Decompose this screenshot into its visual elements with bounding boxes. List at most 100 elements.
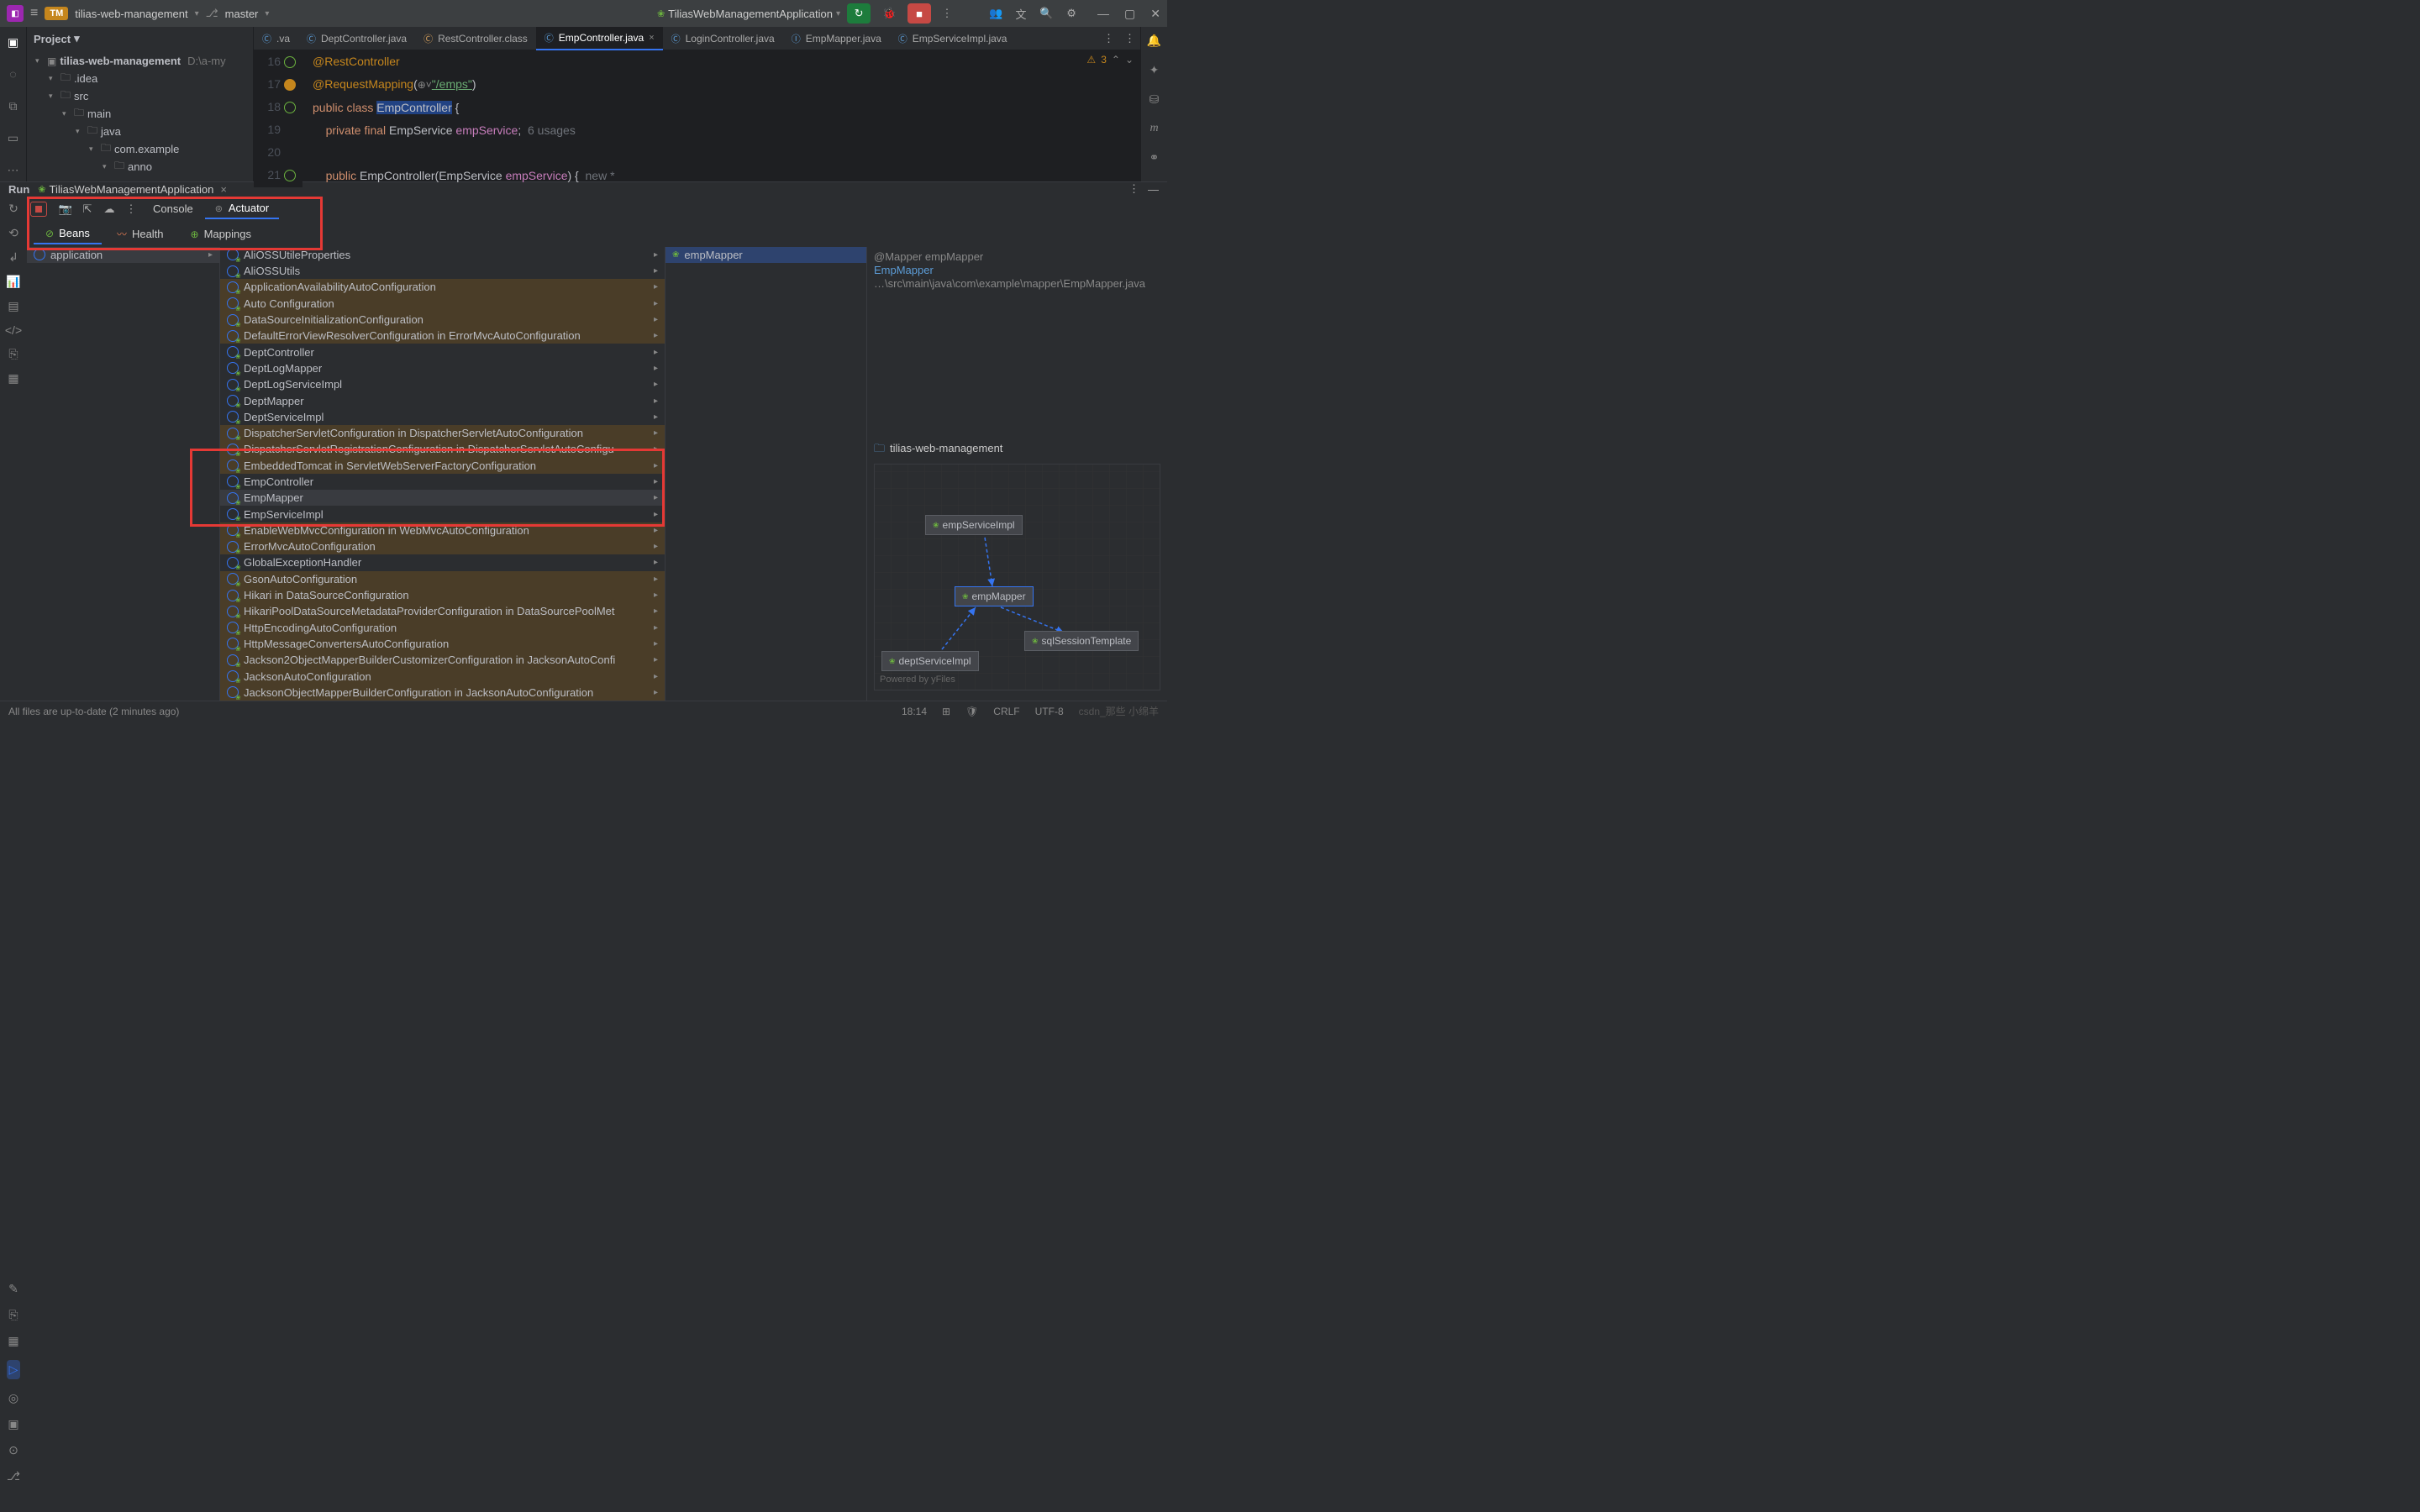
- bean-row[interactable]: ❀JacksonObjectMapperBuilderConfiguration…: [220, 685, 665, 701]
- bean-row[interactable]: ❀GsonAutoConfiguration▸: [220, 571, 665, 587]
- terminal-icon[interactable]: ▣: [8, 1417, 18, 1431]
- git-branch-icon[interactable]: ⎇: [206, 7, 218, 20]
- encoding[interactable]: UTF-8: [1035, 706, 1064, 717]
- code-editor[interactable]: 161718192021 @RestController@RequestMapp…: [254, 50, 1140, 187]
- translate-icon[interactable]: 文: [1012, 6, 1030, 22]
- context-column[interactable]: application ▸: [27, 247, 220, 701]
- shield-icon[interactable]: 🛡: [965, 706, 978, 717]
- editor-tab[interactable]: ⒸDeptController.java: [298, 27, 415, 50]
- tree-node[interactable]: ▾🗀.idea: [27, 70, 253, 87]
- bean-row[interactable]: ❀ApplicationAvailabilityAutoConfiguratio…: [220, 279, 665, 295]
- editor-tab[interactable]: ⒸLoginController.java: [663, 27, 783, 50]
- bean-row[interactable]: ❀DispatcherServletConfiguration in Dispa…: [220, 425, 665, 441]
- graph-node[interactable]: ❀sqlSessionTemplate: [1024, 631, 1139, 651]
- bean-row[interactable]: ❀DeptLogServiceImpl▸: [220, 376, 665, 392]
- reader-mode-icon[interactable]: ⋮: [1098, 32, 1119, 45]
- bean-row[interactable]: ❀DeptMapper▸: [220, 392, 665, 408]
- branch-dropdown[interactable]: master: [225, 8, 259, 20]
- tree-node[interactable]: ▾🗀java: [27, 123, 253, 140]
- bean-row[interactable]: ❀EmpServiceImpl▸: [220, 506, 665, 522]
- bean-row[interactable]: ❀EnableWebMvcConfiguration in WebMvcAuto…: [220, 522, 665, 538]
- copy-icon[interactable]: ⎘: [8, 347, 18, 361]
- bean-row[interactable]: ❀HttpEncodingAutoConfiguration▸: [220, 620, 665, 636]
- dependency-graph[interactable]: 🗀 tilias-web-management ❀empServiceImpl …: [874, 442, 1160, 690]
- filter-icon[interactable]: ▦: [8, 371, 18, 386]
- bean-row[interactable]: ❀AliOSSUtils▸: [220, 263, 665, 279]
- bean-row[interactable]: ❀DeptController▸: [220, 344, 665, 360]
- more-actions-icon[interactable]: ⋮: [938, 7, 956, 20]
- bean-row[interactable]: ❀GlobalExceptionHandler▸: [220, 554, 665, 570]
- close-icon[interactable]: ×: [220, 183, 227, 196]
- code-icon[interactable]: </>: [5, 323, 22, 337]
- graph-node[interactable]: ❀empServiceImpl: [925, 515, 1023, 535]
- bean-row[interactable]: ❀DeptServiceImpl▸: [220, 409, 665, 425]
- maximize-button[interactable]: ▢: [1124, 7, 1135, 21]
- code-with-me-icon[interactable]: 👥: [986, 7, 1005, 20]
- minimize-icon[interactable]: —: [1148, 183, 1159, 196]
- search-icon[interactable]: 🔍: [1037, 7, 1055, 20]
- bean-row[interactable]: ❀HikariPoolDataSourceMetadataProviderCon…: [220, 603, 665, 619]
- inspection-widget[interactable]: ⚠ 3 ⌃ ⌄: [1086, 54, 1134, 66]
- graph-node[interactable]: ❀deptServiceImpl: [881, 651, 979, 671]
- editor-tab[interactable]: ⒸRestController.class: [415, 27, 536, 50]
- bean-row[interactable]: ❀EmpMapper▸: [220, 490, 665, 506]
- run-tab[interactable]: ❀ TiliasWebManagementApplication ×: [38, 183, 227, 196]
- bean-row[interactable]: ❀EmpController▸: [220, 474, 665, 490]
- database-icon[interactable]: ⛁: [1150, 92, 1160, 107]
- minimize-button[interactable]: —: [1097, 7, 1109, 21]
- tree-root[interactable]: ▾▣ tilias-web-management D:\a-my: [27, 52, 253, 70]
- more-tool-icon[interactable]: ⋯: [5, 161, 22, 178]
- editor-tab[interactable]: ⒸEmpController.java×: [536, 27, 663, 50]
- bean-row[interactable]: ❀ErrorMvcAutoConfiguration▸: [220, 538, 665, 554]
- beans-column[interactable]: ❀AliOSSUtileProperties▸❀AliOSSUtils▸❀App…: [220, 247, 666, 701]
- git-icon[interactable]: ⎘: [8, 1308, 18, 1322]
- vcs-icon[interactable]: ⎇: [7, 1469, 20, 1483]
- layers-icon[interactable]: ▤: [8, 299, 18, 313]
- problems-icon[interactable]: ⊙: [8, 1443, 18, 1457]
- context-item[interactable]: application ▸: [27, 247, 219, 263]
- tree-node[interactable]: ▾🗀main: [27, 105, 253, 123]
- settings-icon[interactable]: ⚙: [1062, 7, 1081, 20]
- close-icon[interactable]: ×: [649, 33, 654, 43]
- windows-icon[interactable]: ⊞: [942, 706, 950, 717]
- run-config-dropdown[interactable]: ❀ TiliasWebManagementApplication ▾: [657, 8, 840, 20]
- health-tab[interactable]: 〰 Health: [105, 223, 176, 244]
- line-wrap-icon[interactable]: ↲: [8, 250, 18, 265]
- chevron-up-icon[interactable]: ⌃: [1112, 54, 1120, 66]
- close-button[interactable]: ✕: [1150, 7, 1160, 21]
- console-tab[interactable]: Console: [143, 199, 203, 218]
- ai-icon[interactable]: ✦: [1150, 63, 1160, 77]
- services-icon[interactable]: ▦: [8, 1334, 18, 1348]
- maven-icon[interactable]: m: [1150, 122, 1158, 135]
- project-dropdown[interactable]: tilias-web-management: [75, 8, 187, 20]
- tabs-more-icon[interactable]: ⋮: [1119, 32, 1140, 45]
- more-icon[interactable]: ⋮: [121, 202, 141, 216]
- cloud-icon[interactable]: ☁: [99, 202, 119, 216]
- dependency-column[interactable]: ❀ empMapper: [666, 247, 867, 701]
- chevron-down-icon[interactable]: ⌄: [1125, 54, 1134, 66]
- rerun-icon[interactable]: ↻: [8, 202, 18, 216]
- export-icon[interactable]: ⇱: [77, 202, 97, 216]
- bookmarks-tool-icon[interactable]: ▭: [5, 129, 22, 146]
- bean-row[interactable]: ❀DispatcherServletRegistrationConfigurat…: [220, 441, 665, 457]
- tree-node[interactable]: ▾🗀anno: [27, 158, 253, 176]
- camera-icon[interactable]: 📷: [55, 202, 76, 216]
- bean-row[interactable]: ❀HttpMessageConvertersAutoConfiguration▸: [220, 636, 665, 652]
- selected-dependency[interactable]: ❀ empMapper: [666, 247, 866, 263]
- beans-tab[interactable]: ⊘ Beans: [34, 223, 102, 244]
- bean-row[interactable]: ❀EmbeddedTomcat in ServletWebServerFacto…: [220, 458, 665, 474]
- todo-icon[interactable]: ✎: [8, 1282, 18, 1296]
- line-sep[interactable]: CRLF: [993, 706, 1019, 717]
- project-tool-icon[interactable]: ▣: [5, 34, 22, 50]
- project-tree[interactable]: ▾▣ tilias-web-management D:\a-my ▾🗀.idea…: [27, 50, 253, 177]
- stop-button[interactable]: ■: [908, 3, 931, 24]
- refresh-icon[interactable]: ⟲: [8, 226, 18, 240]
- structure-tool-icon[interactable]: ⧉: [5, 97, 22, 114]
- bean-row[interactable]: ❀Jackson2ObjectMapperBuilderCustomizerCo…: [220, 652, 665, 668]
- stats-icon[interactable]: 📊: [6, 275, 20, 289]
- run-tool-icon[interactable]: ▷: [7, 1360, 21, 1379]
- bean-row[interactable]: ❀DataSourceInitializationConfiguration▸: [220, 312, 665, 328]
- main-menu-icon[interactable]: ≡: [30, 6, 38, 21]
- editor-tab[interactable]: Ⓒ.va: [254, 27, 298, 50]
- editor-tab[interactable]: ⒸEmpServiceImpl.java: [890, 27, 1016, 50]
